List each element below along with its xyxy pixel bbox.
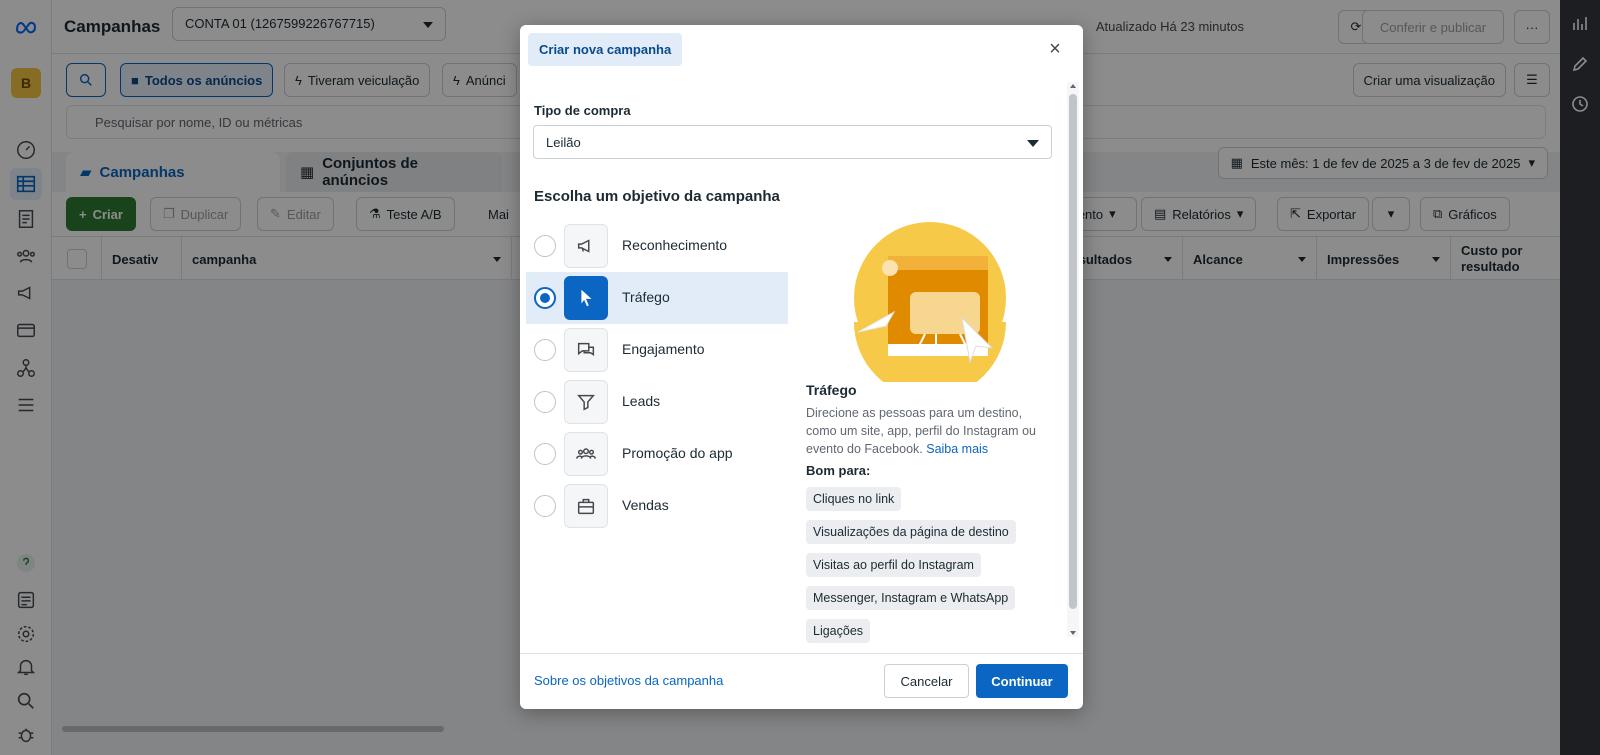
objective-label: Reconhecimento (622, 237, 728, 253)
detail-description-text: Direcione as pessoas para um destino, co… (806, 406, 1036, 456)
edit-pencil-icon[interactable] (1570, 54, 1590, 74)
objective-heading: Escolha um objetivo da campanha (534, 188, 780, 205)
chat-bubbles-icon (564, 328, 608, 372)
objective-radio[interactable] (534, 443, 556, 465)
briefcase-icon (564, 484, 608, 528)
objective-radio[interactable] (534, 339, 556, 361)
detail-title: Tráfego (806, 382, 857, 398)
create-campaign-dialog: Criar nova campanha × Tipo de compra Lei… (520, 25, 1083, 709)
objective-option-awareness[interactable]: Reconhecimento (526, 220, 788, 272)
scroll-up-arrow-icon[interactable] (1070, 84, 1076, 88)
objective-option-traffic[interactable]: Tráfego (526, 272, 788, 324)
objective-radio[interactable] (534, 235, 556, 257)
detail-description: Direcione as pessoas para um destino, co… (806, 404, 1056, 458)
purchase-type-value: Leilão (546, 135, 581, 150)
traffic-illustration (854, 222, 1006, 382)
right-rail (1560, 0, 1600, 755)
close-icon[interactable]: × (1045, 39, 1065, 59)
scrollbar-thumb[interactable] (1069, 94, 1077, 609)
objective-label: Vendas (622, 497, 669, 513)
good-for-chip: Visitas ao perfil do Instagram (806, 553, 981, 577)
chart-bars-icon[interactable] (1570, 14, 1590, 34)
cancel-button[interactable]: Cancelar (884, 664, 969, 698)
objective-label: Engajamento (622, 341, 705, 357)
objective-radio[interactable] (534, 495, 556, 517)
dialog-title: Criar nova campanha (528, 33, 683, 66)
objective-detail: Tráfego Direcione as pessoas para um des… (806, 382, 1056, 643)
good-for-chip: Cliques no link (806, 487, 902, 511)
cursor-icon (564, 276, 608, 320)
history-clock-icon[interactable] (1570, 94, 1590, 114)
objective-option-leads[interactable]: Leads (526, 376, 788, 428)
dialog-footer: Sobre os objetivos da campanha Cancelar … (520, 653, 1083, 709)
objective-option-engagement[interactable]: Engajamento (526, 324, 788, 376)
purchase-type-select[interactable]: Leilão (533, 125, 1052, 159)
objective-label: Promoção do app (622, 445, 733, 461)
dialog-body: Tipo de compra Leilão Escolha um objetiv… (520, 75, 1083, 675)
learn-more-link[interactable]: Saiba mais (926, 442, 988, 456)
megaphone-icon (564, 224, 608, 268)
good-for-chip: Ligações (806, 619, 871, 643)
good-for-chip: Visualizações da página de destino (806, 520, 1016, 544)
good-for-label: Bom para: (806, 463, 871, 478)
objective-label: Tráfego (622, 289, 670, 305)
objective-radio[interactable] (534, 391, 556, 413)
objective-option-app-promotion[interactable]: Promoção do app (526, 428, 788, 480)
objective-label: Leads (622, 393, 661, 409)
chevron-down-icon (1027, 140, 1039, 147)
funnel-icon (564, 380, 608, 424)
objective-radio-selected[interactable] (534, 287, 556, 309)
objective-option-sales[interactable]: Vendas (526, 480, 788, 532)
scroll-down-arrow-icon[interactable] (1070, 631, 1076, 635)
about-objectives-link[interactable]: Sobre os objetivos da campanha (534, 673, 723, 688)
good-for-chip: Messenger, Instagram e WhatsApp (806, 586, 1016, 610)
dialog-scrollbar[interactable] (1067, 82, 1079, 637)
purchase-type-label: Tipo de compra (534, 103, 631, 118)
people-icon (564, 432, 608, 476)
continue-button[interactable]: Continuar (976, 664, 1068, 698)
